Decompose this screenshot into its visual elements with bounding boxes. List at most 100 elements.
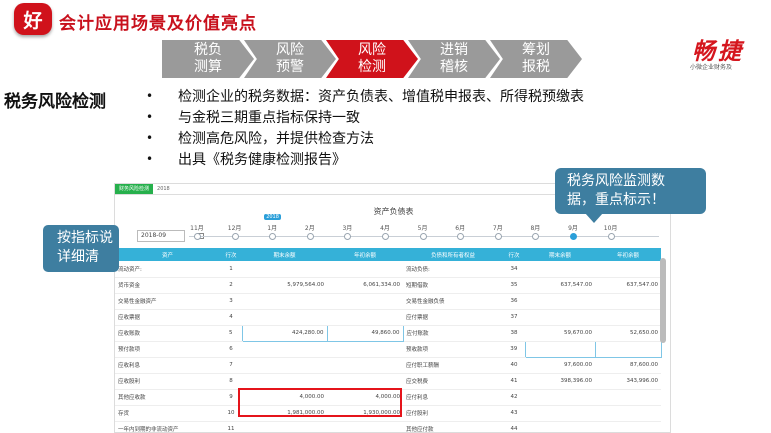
timeline-month-label[interactable]: 2月 <box>300 223 320 232</box>
timeline-month-label[interactable]: 3月 <box>337 223 357 232</box>
timeline-month-label[interactable]: 9月 <box>563 223 583 232</box>
table-cell[interactable] <box>595 293 661 310</box>
process-steps: 税负 测算 风险 预警 风险 检测 进销 稽核 筹划 报税 <box>162 40 582 78</box>
table-cell[interactable] <box>242 341 327 358</box>
timeline-point[interactable] <box>194 233 201 240</box>
table-cell[interactable]: 97,600.00 <box>525 357 595 374</box>
table-cell[interactable]: 398,396.00 <box>525 373 595 390</box>
timeline-point[interactable] <box>269 233 277 240</box>
table-cell[interactable]: 637,547.00 <box>595 277 661 294</box>
timeline-month-label[interactable]: 10月 <box>601 223 621 232</box>
table-cell: 流动负债: <box>403 261 503 278</box>
timeline-point[interactable] <box>344 233 352 240</box>
table-cell[interactable]: 637,547.00 <box>525 277 595 294</box>
timeline-point[interactable] <box>306 233 314 240</box>
table-row: 流动资产: 1 流动负债: 34 <box>115 261 661 278</box>
table-cell: 42 <box>503 389 525 406</box>
tab-year[interactable]: 2018 <box>153 186 174 192</box>
timeline-point[interactable] <box>532 233 540 240</box>
step-3-active: 风险 检测 <box>326 40 418 78</box>
table-cell[interactable] <box>595 261 661 278</box>
bullet-item: • 出具《税务健康检测报告》 <box>146 148 706 169</box>
table-cell[interactable]: 5,979,564.00 <box>242 277 327 294</box>
timeline-month-label[interactable]: 6月 <box>450 223 470 232</box>
timeline-month-label[interactable]: 8月 <box>525 223 545 232</box>
table-cell: 5 <box>220 325 242 342</box>
table-cell[interactable] <box>242 421 327 432</box>
table-cell[interactable] <box>327 309 403 326</box>
table-cell[interactable]: 49,860.00 <box>326 324 404 342</box>
period-date-picker[interactable]: 2018-09 <box>137 230 204 242</box>
table-cell[interactable] <box>524 340 596 358</box>
table-cell[interactable]: 6,061,334.00 <box>327 277 403 294</box>
table-cell[interactable]: 343,996.00 <box>595 373 661 390</box>
tab-risk-check[interactable]: 财务风险检测 <box>115 184 154 194</box>
table-cell[interactable]: 52,650.00 <box>595 325 661 342</box>
table-cell: 应收股利 <box>115 373 220 390</box>
timeline-point[interactable] <box>570 233 577 240</box>
timeline-month-label[interactable]: 7月 <box>488 223 508 232</box>
table-cell[interactable] <box>327 293 403 310</box>
table-cell[interactable] <box>595 309 661 326</box>
table-cell[interactable] <box>327 261 403 278</box>
column-header: 年初余额 <box>327 248 403 261</box>
timeline-month-label[interactable]: 5月 <box>413 223 433 232</box>
table-cell[interactable] <box>327 421 403 432</box>
table-cell[interactable] <box>595 421 661 432</box>
bullet-item: • 检测高危风险，并提供检查方法 <box>146 127 706 148</box>
step-2: 风险 预警 <box>244 40 336 78</box>
table-cell[interactable] <box>242 357 327 374</box>
table-cell[interactable] <box>595 405 661 422</box>
table-cell[interactable] <box>525 309 595 326</box>
table-cell[interactable] <box>242 373 327 390</box>
timeline-point[interactable] <box>494 233 502 240</box>
table-cell[interactable] <box>525 421 595 432</box>
timeline-point[interactable] <box>419 233 427 240</box>
table-cell: 11 <box>220 421 242 432</box>
table-cell[interactable] <box>525 405 595 422</box>
table-cell[interactable]: 424,280.00 <box>241 324 328 342</box>
table-cell: 其他应付款 <box>403 421 503 432</box>
table-cell[interactable] <box>242 309 327 326</box>
table-cell: 7 <box>220 357 242 374</box>
table-cell[interactable] <box>327 341 403 358</box>
table-cell: 44 <box>503 421 525 432</box>
table-cell[interactable]: 59,670.00 <box>525 325 595 342</box>
table-scrollbar[interactable] <box>660 258 666 343</box>
table-cell[interactable] <box>327 373 403 390</box>
table-cell: 应付票据 <box>403 309 503 326</box>
step-label: 筹划 报税 <box>522 42 550 75</box>
timeline-month-label[interactable]: 1月 <box>262 223 282 232</box>
column-header: 期末余额 <box>525 248 595 261</box>
step-5: 筹划 报税 <box>490 40 582 78</box>
column-header: 资产 <box>115 248 220 261</box>
timeline-month-label[interactable]: 11月 <box>187 223 207 232</box>
column-header: 行次 <box>220 248 242 261</box>
timeline-point[interactable] <box>231 233 239 240</box>
step-label: 税负 测算 <box>194 42 222 75</box>
table-cell: 应交税费 <box>403 373 503 390</box>
table-cell[interactable] <box>525 389 595 406</box>
callout-risk-text: 税务风险监测数 据，重点标示！ <box>567 173 665 208</box>
table-cell[interactable] <box>594 340 662 358</box>
highlight-box <box>238 388 402 417</box>
bullet-dot: • <box>146 130 154 145</box>
table-cell[interactable] <box>242 293 327 310</box>
bullet-dot: • <box>146 88 154 103</box>
table-cell[interactable] <box>525 261 595 278</box>
table-row: 交易性金融资产 3 交易性金融负债 36 <box>115 293 661 310</box>
timeline-month-label[interactable]: 12月 <box>225 223 245 232</box>
table-cell: 6 <box>220 341 242 358</box>
timeline-point[interactable] <box>382 233 389 240</box>
table-cell[interactable] <box>595 389 661 406</box>
timeline-month-label[interactable]: 4月 <box>375 223 395 232</box>
table-cell: 35 <box>503 277 525 294</box>
table-cell[interactable] <box>327 357 403 374</box>
table-cell[interactable] <box>242 261 327 278</box>
table-row: 应收账款 5 424,280.00 49,860.00 应付账款 38 59,670.00 5… <box>115 324 661 342</box>
table-cell[interactable]: 87,600.00 <box>595 357 661 374</box>
table-cell[interactable] <box>525 293 595 310</box>
timeline-point[interactable] <box>457 233 465 240</box>
bullet-item: • 与金税三期重点指标保持一致 <box>146 106 706 127</box>
timeline-point[interactable] <box>607 233 615 240</box>
